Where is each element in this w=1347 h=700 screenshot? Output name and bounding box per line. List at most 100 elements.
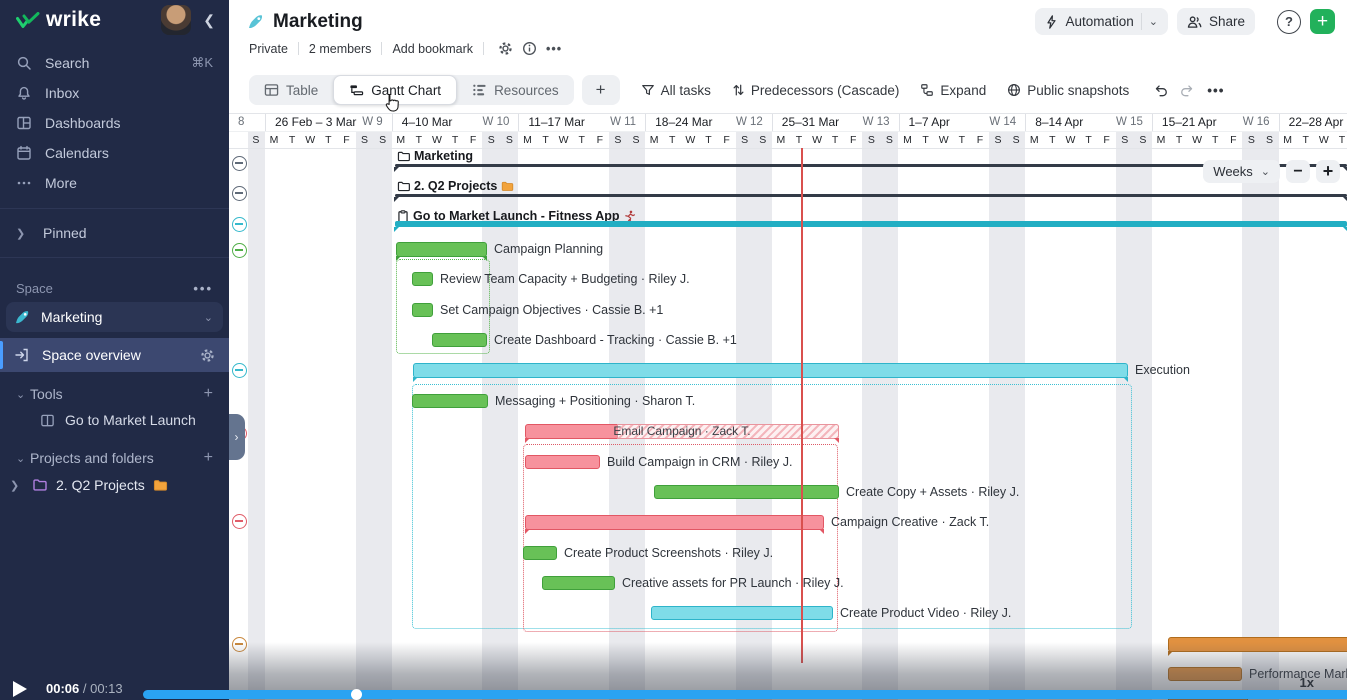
sidebar-item-search[interactable]: Search ⌘K — [0, 48, 229, 78]
info-icon[interactable] — [522, 41, 537, 56]
timeline-day: W — [685, 134, 695, 146]
playback-speed[interactable]: 1x — [1300, 675, 1314, 690]
public-snapshots-control[interactable]: Public snapshots — [1007, 83, 1129, 98]
timeline-day: F — [597, 134, 603, 146]
gantt-summary-bar[interactable] — [413, 363, 1128, 378]
gantt-task-bar[interactable] — [651, 606, 833, 620]
add-project-icon[interactable]: + — [204, 449, 213, 467]
tab-resources[interactable]: Resources — [457, 75, 574, 105]
settings-gear-icon[interactable] — [498, 41, 513, 56]
sidebar-collapse-icon[interactable]: ❮ — [199, 12, 219, 29]
collapse-circle-button[interactable] — [232, 186, 247, 201]
gantt-task-label: Create Dashboard - Tracking · Cassie B. … — [494, 333, 737, 348]
progress-handle[interactable] — [351, 689, 362, 700]
selection-rect — [523, 444, 838, 632]
share-button[interactable]: Share — [1177, 8, 1255, 35]
tools-section-header[interactable]: ⌄ Tools + — [0, 382, 229, 406]
add-tool-icon[interactable]: + — [204, 385, 213, 403]
add-view-button[interactable]: + — [582, 75, 620, 105]
timeline-week[interactable]: 4–10 MarW 10 — [392, 113, 519, 131]
automation-button[interactable]: Automation ⌄ — [1035, 8, 1168, 35]
collapse-circle-button[interactable] — [232, 217, 247, 232]
gantt-summary-bar[interactable]: Email Campaign · Zack T. — [525, 424, 839, 439]
projects-section-header[interactable]: ⌄ Projects and folders + — [0, 446, 229, 470]
sidebar-item-q2-projects[interactable]: ❯ 2. Q2 Projects — [0, 470, 229, 500]
summary-hook — [1343, 227, 1347, 232]
timeline-day: T — [922, 134, 928, 146]
sidebar-item-inbox[interactable]: Inbox — [0, 78, 229, 108]
gantt-task-bar[interactable] — [412, 272, 433, 286]
progress-bar[interactable] — [143, 690, 1347, 699]
play-icon[interactable] — [13, 681, 27, 697]
timeline-day: T — [1176, 134, 1182, 146]
space-selector[interactable]: Marketing ⌄ — [6, 302, 223, 332]
redo-button[interactable] — [1179, 83, 1195, 97]
gear-icon[interactable] — [200, 348, 215, 363]
user-avatar[interactable] — [161, 5, 191, 35]
timeline-week[interactable]: 18–24 MarW 12 — [645, 113, 772, 131]
gantt-task-bar[interactable] — [412, 394, 488, 408]
timeline-day: M — [776, 134, 785, 146]
gantt-group-bar[interactable] — [395, 194, 1347, 197]
add-bookmark-link[interactable]: Add bookmark — [392, 42, 473, 56]
filter-control[interactable]: All tasks — [641, 83, 711, 98]
timeline-week[interactable]: 8–14 AprW 15 — [1025, 113, 1152, 131]
expand-icon — [920, 83, 934, 97]
timeline-week-partial: 8 — [229, 113, 265, 131]
timeline-day: F — [1230, 134, 1236, 146]
collapse-circle-button[interactable] — [232, 243, 247, 258]
space-menu-icon[interactable]: ••• — [193, 281, 213, 296]
sidebar-item-space-overview[interactable]: Space overview — [0, 338, 229, 372]
chevron-down-icon[interactable]: ⌄ — [1149, 15, 1158, 28]
timeline-week[interactable]: 22–28 AprW 17 — [1279, 113, 1347, 131]
help-button[interactable]: ? — [1277, 10, 1301, 34]
timeline-day: T — [705, 134, 711, 146]
timeline-day: M — [1030, 134, 1039, 146]
timescale-select[interactable]: Weeks ⌄ — [1203, 160, 1280, 183]
privacy-label[interactable]: Private — [249, 42, 288, 56]
timeline-day: T — [669, 134, 675, 146]
collapse-circle-button[interactable] — [232, 363, 247, 378]
gantt-group-label[interactable]: Marketing — [397, 149, 473, 164]
gantt-summary-bar[interactable] — [396, 242, 487, 257]
timeline-day: T — [1212, 134, 1218, 146]
timeline-day: W — [1065, 134, 1075, 146]
more-options-icon[interactable]: ••• — [546, 42, 562, 56]
zoom-in-button[interactable]: + — [1316, 160, 1340, 183]
gantt-task-bar[interactable] — [654, 485, 839, 499]
sidebar-item-dashboards[interactable]: Dashboards — [0, 108, 229, 138]
timeline-week[interactable]: 15–21 AprW 16 — [1152, 113, 1279, 131]
gantt-group-bar[interactable] — [395, 221, 1347, 227]
zoom-out-button[interactable]: − — [1286, 160, 1310, 183]
toolbar-more-icon[interactable]: ••• — [1207, 83, 1224, 98]
members-label[interactable]: 2 members — [309, 42, 372, 56]
sidebar-item-calendars[interactable]: Calendars — [0, 138, 229, 168]
expand-control[interactable]: Expand — [920, 83, 986, 98]
sidebar-item-more[interactable]: More — [0, 168, 229, 198]
timeline-day: S — [1266, 134, 1273, 146]
timeline-week[interactable]: 11–17 MarW 11 — [518, 113, 645, 131]
gantt-task-bar[interactable] — [523, 546, 557, 560]
tab-table[interactable]: Table — [249, 75, 333, 105]
timeline-week[interactable]: 26 Feb – 3 MarW 9 — [265, 113, 392, 131]
sidebar-item-go-to-market-launch[interactable]: Go to Market Launch — [0, 406, 229, 434]
gantt-group-label[interactable]: 2. Q2 Projects — [397, 179, 514, 194]
gantt-task-bar[interactable] — [542, 576, 615, 590]
create-button[interactable]: + — [1310, 9, 1335, 34]
undo-button[interactable] — [1153, 83, 1169, 97]
panel-expand-handle[interactable]: › — [228, 414, 245, 460]
gantt-task-bar[interactable] — [412, 303, 433, 317]
timeline-week[interactable]: 25–31 MarW 13 — [772, 113, 899, 131]
collapse-circle-button[interactable] — [232, 156, 247, 171]
collapse-circle-button[interactable] — [232, 514, 247, 529]
sidebar-item-pinned[interactable]: ❯ Pinned — [0, 219, 229, 247]
timeline-day: F — [723, 134, 729, 146]
gantt-task-bar[interactable] — [525, 455, 600, 469]
gantt-task-bar[interactable] — [432, 333, 487, 347]
timeline-day: S — [614, 134, 621, 146]
timeline-week[interactable]: 1–7 AprW 14 — [899, 113, 1026, 131]
gantt-summary-bar[interactable] — [525, 515, 824, 530]
wrike-logo[interactable]: wrike — [16, 8, 153, 32]
sort-control[interactable]: Predecessors (Cascade) — [732, 83, 900, 98]
sidebar: wrike ❮ Search ⌘K Inbox Dashboards Calen… — [0, 0, 229, 700]
